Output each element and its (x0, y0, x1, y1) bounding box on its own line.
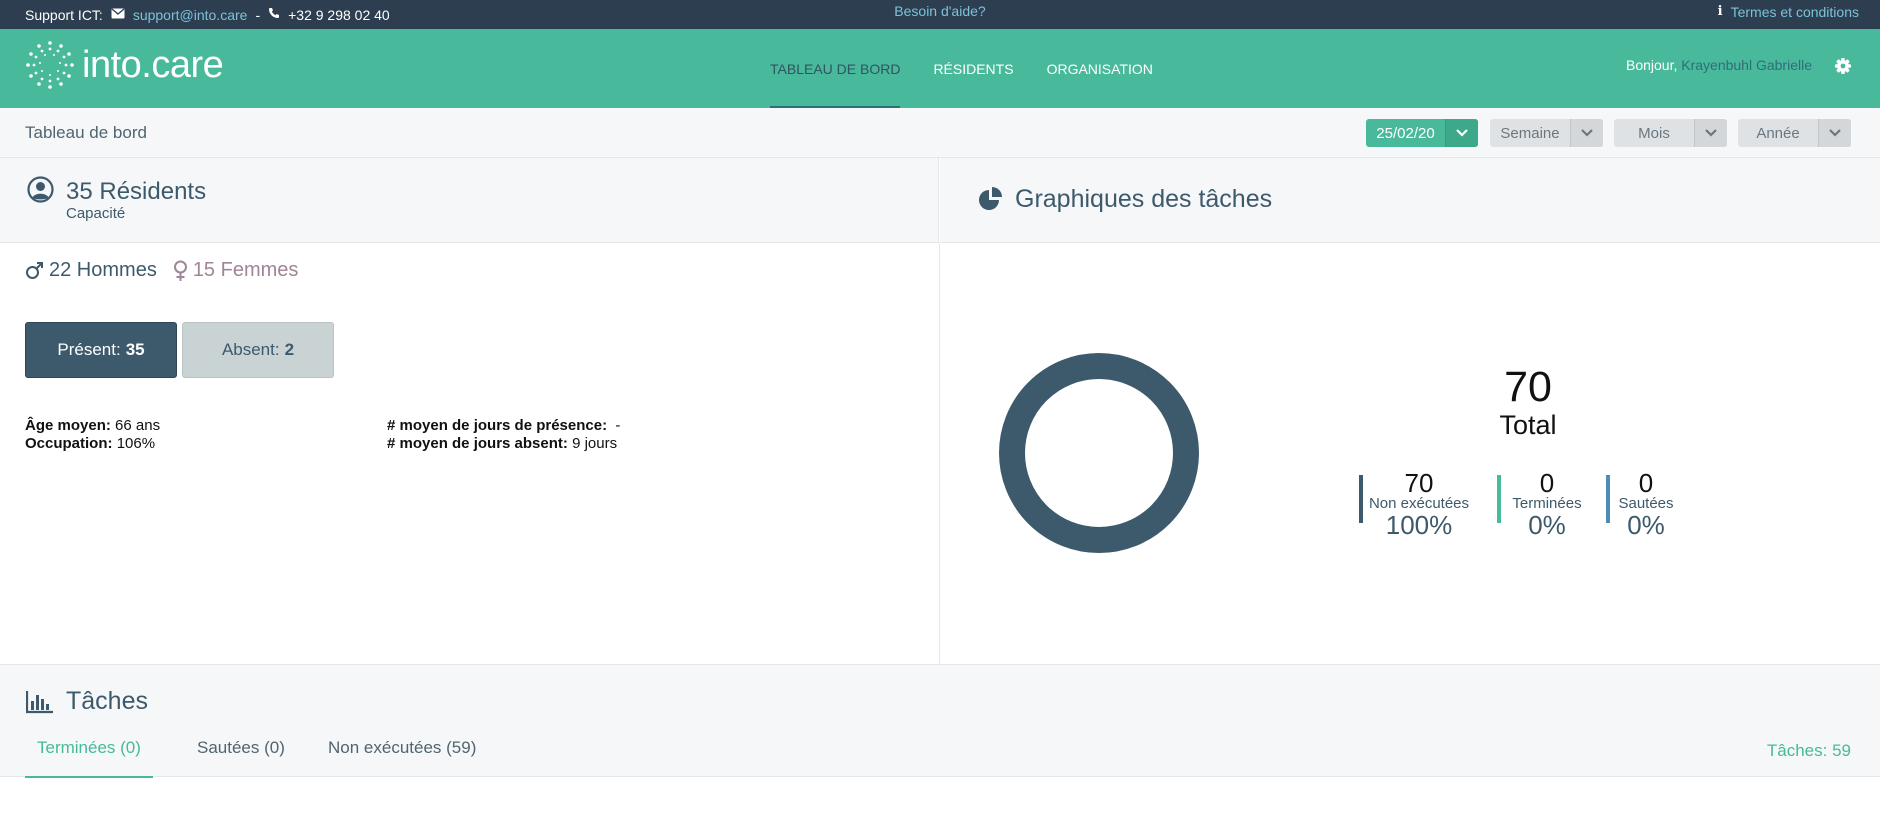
women-label: 15 Femmes (192, 259, 299, 281)
graph-title: Graphiques des tâches (1015, 185, 1273, 213)
avg-presence-label: # moyen de jours de présence: (387, 417, 608, 434)
avg-age-label: Âge moyen: (25, 417, 111, 434)
period-annee[interactable]: Année (1738, 119, 1851, 147)
logo[interactable]: into.care (24, 39, 224, 91)
logo-icon (26, 41, 74, 89)
chevron-down-icon[interactable] (1818, 119, 1851, 147)
absent-label: Absent: (221, 340, 280, 359)
kpi-bar (1606, 475, 1610, 523)
resident-stats-right: # moyen de jours de présence: - # moyen … (387, 417, 620, 453)
nav-tableau-de-bord[interactable]: TABLEAU DE BORD (770, 29, 901, 108)
date-value: 25/02/20 (1376, 124, 1435, 142)
present-button[interactable]: Présent: 35 (25, 322, 177, 378)
tasks-count: Tâches: 59 (1766, 741, 1851, 760)
women-count: 15 Femmes (173, 259, 299, 282)
period-annee-label: Année (1756, 124, 1800, 142)
avg-presence-value: - (615, 417, 621, 434)
residents-title: 35 Résidents (66, 178, 207, 205)
tab-non-executees[interactable]: Non exécutées (59) (316, 738, 488, 778)
avg-absent-row: # moyen de jours absent: 9 jours (387, 435, 620, 453)
absent-button[interactable]: Absent: 2 (182, 322, 334, 378)
occupation-value: 106% (116, 435, 156, 452)
support-label: Support ICT: (25, 6, 103, 23)
avg-absent-value: 9 jours (572, 435, 618, 452)
occupation-label: Occupation: (25, 435, 113, 452)
period-mois-label: Mois (1638, 124, 1670, 142)
kpi-non-executees: 70 Non exécutées 100% (1359, 468, 1479, 539)
breadcrumb: Tableau de bord (25, 123, 147, 142)
tab-terminees[interactable]: Terminées (0) (25, 738, 153, 778)
kpi-value: 70 (1404, 468, 1434, 498)
present-label: Présent: (57, 340, 121, 359)
main-nav: TABLEAU DE BORD RÉSIDENTS ORGANISATION (770, 29, 1186, 108)
avg-presence-row: # moyen de jours de présence: - (387, 417, 620, 435)
info-icon: i (1717, 4, 1723, 19)
kpi-label: Terminées (1512, 495, 1582, 512)
tasks-section: Tâches Terminées (0) Sautées (0) Non exé… (0, 664, 1880, 778)
kpi-sautees: 0 Sautées 0% (1606, 468, 1686, 539)
period-mois[interactable]: Mois (1614, 119, 1727, 147)
kpi-terminees: 0 Terminées 0% (1497, 468, 1597, 539)
kpi-label: Non exécutées (1368, 495, 1470, 512)
graph-panel-header: Graphiques des tâches (940, 158, 1880, 243)
nav-residents[interactable]: RÉSIDENTS (933, 29, 1013, 108)
panel-divider (939, 243, 940, 664)
separator: - (255, 6, 261, 23)
kpi-value: 0 (1638, 468, 1654, 498)
nav-organisation[interactable]: ORGANISATION (1047, 29, 1153, 108)
gender-breakdown: 22 Hommes 15 Femmes (25, 259, 298, 282)
phone-icon (268, 7, 280, 22)
female-icon (173, 260, 187, 281)
chevron-down-icon[interactable] (1445, 119, 1478, 147)
support-info: Support ICT: support@into.care - +32 9 2… (25, 0, 390, 29)
kpi-bar (1497, 475, 1501, 523)
support-phone: +32 9 298 02 40 (288, 6, 390, 23)
user-greeting: Bonjour, Krayenbuhl Gabrielle (1626, 57, 1812, 73)
tasks-title: Tâches (66, 687, 148, 715)
present-value: 35 (125, 340, 145, 359)
avg-age-row: Âge moyen: 66 ans (25, 417, 160, 435)
support-email-link[interactable]: support@into.care (133, 7, 248, 23)
donut-slice-non-ex-cut-es (999, 353, 1199, 553)
kpi-percent: 0% (1528, 510, 1566, 540)
envelope-icon (111, 8, 125, 22)
men-label: 22 Hommes (49, 259, 157, 281)
kpi-percent: 0% (1627, 510, 1665, 540)
men-count: 22 Hommes (25, 259, 157, 282)
avg-absent-label: # moyen de jours absent: (387, 435, 568, 452)
pie-chart-icon (979, 187, 1002, 210)
logo-text: into.care (82, 43, 224, 86)
bar-chart-icon (26, 691, 53, 714)
tab-sautees[interactable]: Sautées (0) (185, 738, 297, 778)
chevron-down-icon[interactable] (1694, 119, 1727, 147)
absent-value: 2 (284, 340, 295, 359)
kpi-percent: 100% (1385, 510, 1453, 540)
date-picker[interactable]: 25/02/20 (1366, 119, 1478, 147)
male-icon (26, 262, 43, 279)
total-label: Total (1499, 410, 1557, 440)
tasks-donut-chart (999, 353, 1199, 553)
support-topbar: Support ICT: support@into.care - +32 9 2… (0, 0, 1880, 29)
greeting-label: Bonjour, (1625, 57, 1678, 73)
kpi-value: 0 (1539, 468, 1555, 498)
terms-link[interactable]: Termes et conditions (1731, 4, 1859, 20)
help-link[interactable]: Besoin d'aide? (894, 3, 985, 19)
resident-stats-left: Âge moyen: 66 ans Occupation: 106% (25, 417, 160, 453)
residents-subtitle: Capacité (66, 205, 126, 222)
chevron-down-icon[interactable] (1570, 119, 1603, 147)
subheader: Tableau de bord 25/02/20 Semaine Mois An… (0, 108, 1880, 158)
gear-icon[interactable] (1833, 56, 1853, 76)
kpi-bar (1359, 475, 1363, 523)
period-semaine-label: Semaine (1500, 124, 1560, 142)
user-name[interactable]: Krayenbuhl Gabrielle (1681, 57, 1812, 73)
kpi-label: Sautées (1618, 495, 1674, 512)
residents-panel-header: 35 Résidents Capacité (0, 158, 939, 243)
main-header: into.care TABLEAU DE BORD RÉSIDENTS ORGA… (0, 29, 1880, 108)
terms-area: i Termes et conditions (1718, 0, 1859, 23)
avg-age-value: 66 ans (115, 417, 161, 434)
total-value: 70 (1504, 363, 1552, 411)
user-circle-icon (27, 176, 54, 203)
occupation-row: Occupation: 106% (25, 435, 160, 453)
period-semaine[interactable]: Semaine (1490, 119, 1603, 147)
